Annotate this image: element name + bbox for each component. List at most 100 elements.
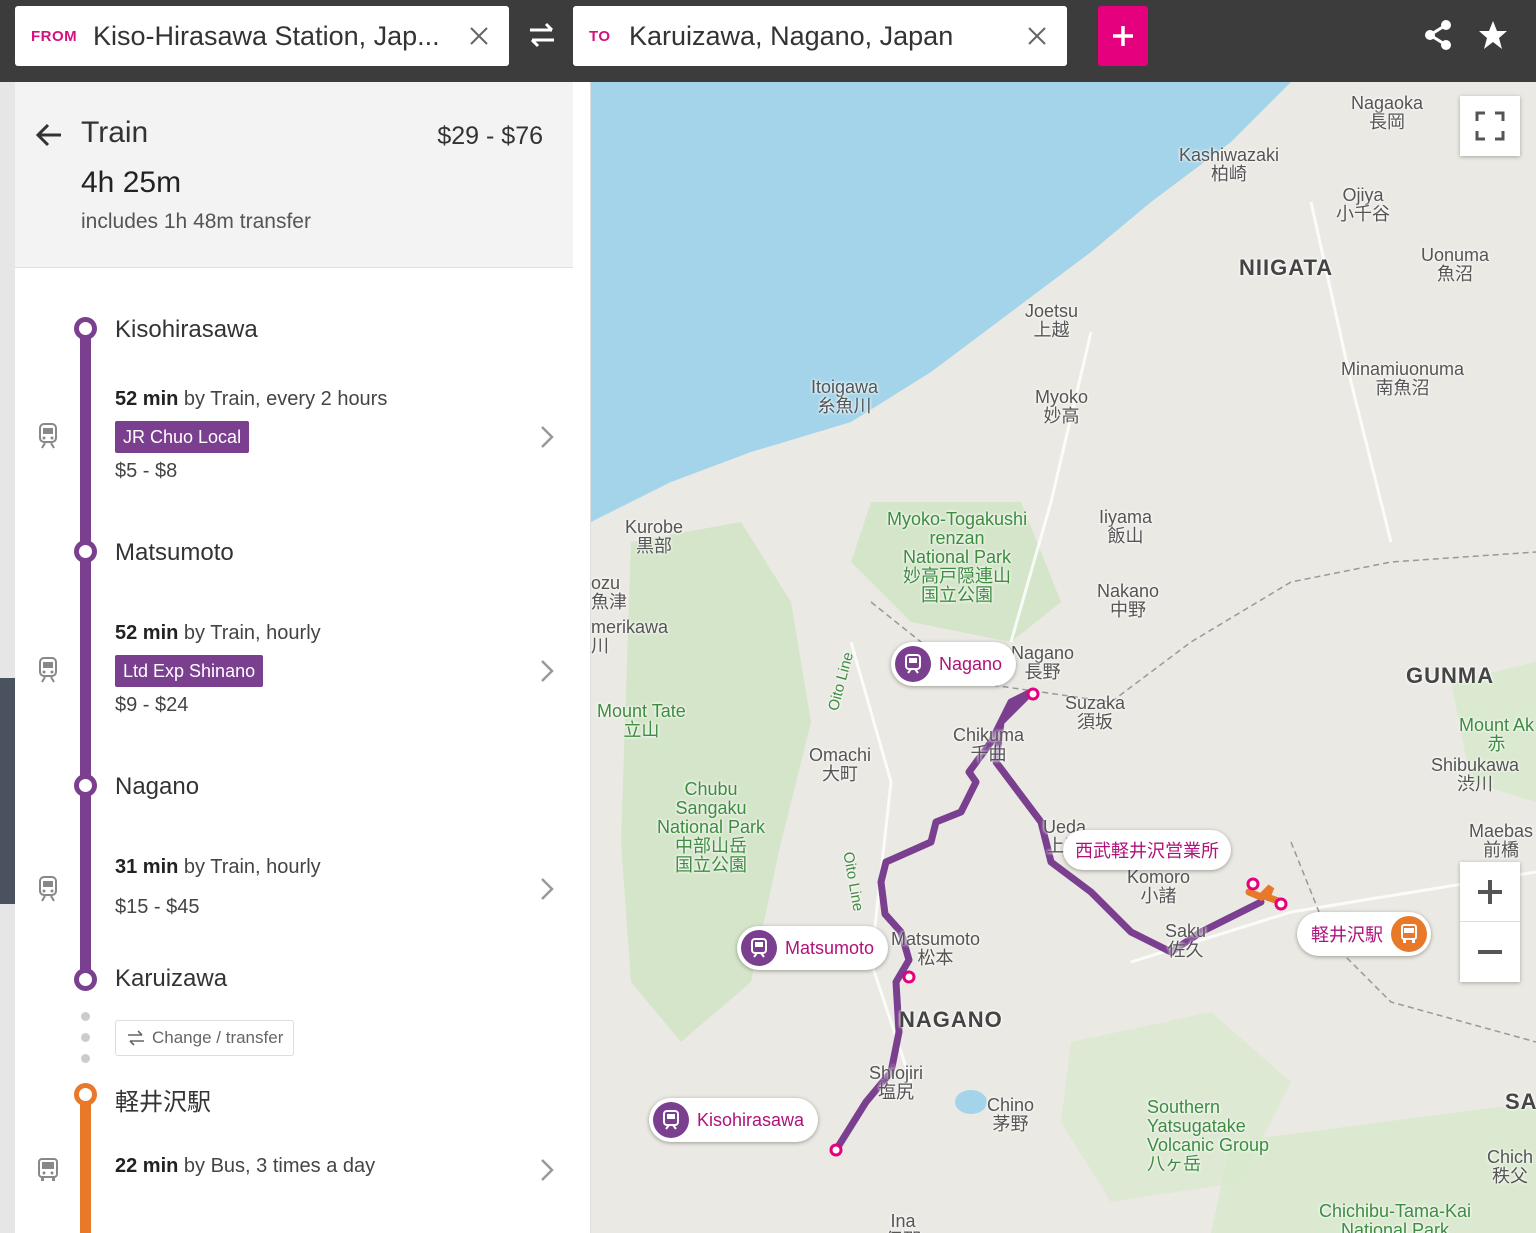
transfer-dot: [81, 1054, 90, 1063]
map-label-chichibu: Chich 秩父: [1487, 1147, 1534, 1186]
stop-marker: [74, 540, 97, 563]
leg-price: $5 - $8: [115, 460, 178, 482]
minus-icon: [1478, 950, 1502, 954]
stop-name-matsumoto: Matsumoto: [115, 539, 234, 566]
map-pin-karuizawa-station[interactable]: 軽井沢駅: [1297, 912, 1431, 956]
map-label-uonuma: Uonuma 魚沼: [1421, 245, 1490, 284]
route-map[interactable]: Nagaoka 長岡 Kashiwazaki 柏崎 Ojiya 小千谷 NIIGATA…: [591, 82, 1536, 1233]
map-label-chichibu-park: Chichibu-Tama-Kai National Park: [1319, 1201, 1472, 1233]
background-strip: [0, 82, 15, 1233]
stop-name-karuizawa-station: 軽井沢駅: [115, 1089, 211, 1116]
map-label-chikuma: Chikuma 千曲: [953, 725, 1025, 764]
map-label-nagano-pref: NAGANO: [899, 1007, 1003, 1032]
plus-icon: [1113, 26, 1133, 46]
map-label-chino: Chino 茅野: [987, 1095, 1035, 1134]
map-label-yatsugatake: Southern Yatsugatake Volcanic Group 八ヶ岳: [1147, 1097, 1270, 1174]
zoom-in-button[interactable]: [1460, 862, 1520, 922]
train-icon: [653, 1102, 689, 1138]
train-icon: [37, 876, 59, 902]
from-field[interactable]: FROM Kiso-Hirasawa Station, Jap...: [15, 6, 509, 66]
chevron-right-icon[interactable]: [537, 1155, 557, 1185]
map-label-nakano: Nakano 中野: [1097, 581, 1160, 620]
chevron-right-icon[interactable]: [537, 874, 557, 904]
zoom-out-button[interactable]: [1460, 922, 1520, 982]
route-panel: Train $29 - $76 4h 25m includes 1h 48m t…: [15, 82, 591, 1233]
map-label-kurobe: Kurobe 黒部: [625, 517, 684, 556]
clear-to-icon[interactable]: [1007, 6, 1067, 66]
change-transfer-button[interactable]: Change / transfer: [115, 1020, 295, 1056]
leg-duration: 22 min: [115, 1155, 179, 1177]
train-icon: [895, 646, 931, 682]
train-icon: [741, 930, 777, 966]
map-pin-label: Nagano: [939, 653, 1003, 674]
line-badge: Ltd Exp Shinano: [115, 655, 264, 687]
map-label-komoro: Komoro 小諸: [1127, 867, 1191, 906]
stop-marker: [74, 774, 97, 797]
map-pin-matsumoto[interactable]: Matsumoto: [737, 926, 889, 970]
leg-price: $9 - $24: [115, 694, 189, 716]
leg-2-summary[interactable]: 52 min by Train, hourly: [115, 622, 321, 645]
top-search-bar: FROM Kiso-Hirasawa Station, Jap... TO Ka…: [0, 0, 1536, 82]
route-price-range: $29 - $76: [437, 122, 543, 150]
map-pin-kisohirasawa[interactable]: Kisohirasawa: [649, 1098, 819, 1142]
map-pin-seibu-karuizawa[interactable]: 西武軽井沢営業所: [1063, 830, 1231, 870]
to-field[interactable]: TO Karuizawa, Nagano, Japan: [573, 6, 1067, 66]
map-label-kashiwazaki: Kashiwazaki 柏崎: [1179, 145, 1280, 184]
map-label-ojiya: Ojiya 小千谷: [1336, 185, 1390, 224]
train-icon: [37, 423, 59, 449]
share-icon[interactable]: [1422, 18, 1456, 52]
map-pin-label: Matsumoto: [785, 937, 875, 958]
map-label-itoigawa: Itoigawa 糸魚川: [811, 377, 879, 416]
chevron-right-icon[interactable]: [537, 656, 557, 686]
leg-duration: 52 min: [115, 622, 179, 644]
star-icon[interactable]: [1476, 18, 1510, 52]
map-label-suzaka: Suzaka 須坂: [1065, 693, 1126, 732]
map-label-namerikawa: merikawa 川: [591, 617, 669, 656]
to-tag: TO: [589, 27, 611, 45]
map-label-mount-akagi: Mount Ak 赤: [1459, 715, 1535, 754]
back-arrow-icon[interactable]: [33, 118, 67, 152]
leg-3-summary[interactable]: 31 min by Train, hourly: [115, 856, 321, 879]
bus-icon: [37, 1157, 59, 1183]
leg-4-summary[interactable]: 22 min by Bus, 3 times a day: [115, 1155, 375, 1178]
stop-name-karuizawa: Karuizawa: [115, 965, 228, 992]
swap-icon[interactable]: [524, 20, 560, 50]
map-label-minamiuonuma: Minamiuonuma 南魚沼: [1341, 359, 1465, 398]
to-input[interactable]: Karuizawa, Nagano, Japan: [629, 21, 1007, 52]
add-destination-button[interactable]: [1098, 6, 1148, 66]
stop-name-kisohirasawa: Kisohirasawa: [115, 316, 258, 343]
map-label-iiyama: Iiyama 飯山: [1099, 507, 1153, 546]
map-pin-label: 西武軽井沢営業所: [1075, 841, 1219, 861]
route-mode-title: Train: [81, 116, 149, 149]
stop-marker: [74, 317, 97, 340]
fullscreen-button[interactable]: [1460, 96, 1520, 156]
line-badge: JR Chuo Local: [115, 421, 250, 453]
transfer-dot: [81, 1033, 90, 1042]
stop-marker: [74, 1083, 97, 1106]
map-label-myoko: Myoko 妙高: [1035, 387, 1089, 426]
map-pin-label: Kisohirasawa: [697, 1109, 805, 1130]
clear-from-icon[interactable]: [449, 6, 509, 66]
stop-name-nagano: Nagano: [115, 773, 200, 800]
map-label-niigata: NIIGATA: [1239, 255, 1334, 280]
map-label-saitama: SA: [1505, 1089, 1536, 1114]
map-pin-nagano[interactable]: Nagano: [891, 642, 1017, 686]
zoom-controls: [1460, 862, 1520, 982]
map-label-gunma: GUNMA: [1406, 663, 1495, 688]
leg-price: $15 - $45: [115, 896, 200, 918]
map-label-shiojiri: Shiojiri 塩尻: [869, 1063, 924, 1102]
chevron-right-icon[interactable]: [537, 422, 557, 452]
transfer-dot: [81, 1012, 90, 1021]
map-label-maebashi: Maebas 前橋: [1469, 821, 1534, 860]
leg-duration: 31 min: [115, 856, 179, 878]
leg-1-summary[interactable]: 52 min by Train, every 2 hours: [115, 388, 387, 411]
train-route-line: [80, 332, 91, 982]
from-input[interactable]: Kiso-Hirasawa Station, Jap...: [93, 21, 449, 52]
map-label-mount-tate: Mount Tate 立山: [597, 701, 686, 740]
map-pin-label: 軽井沢駅: [1311, 925, 1383, 945]
train-icon: [37, 657, 59, 683]
transfer-note: includes 1h 48m transfer: [81, 210, 311, 233]
fullscreen-icon: [1475, 111, 1505, 141]
bus-icon: [1391, 916, 1427, 952]
map-label-nagaoka: Nagaoka 長岡: [1351, 93, 1424, 132]
